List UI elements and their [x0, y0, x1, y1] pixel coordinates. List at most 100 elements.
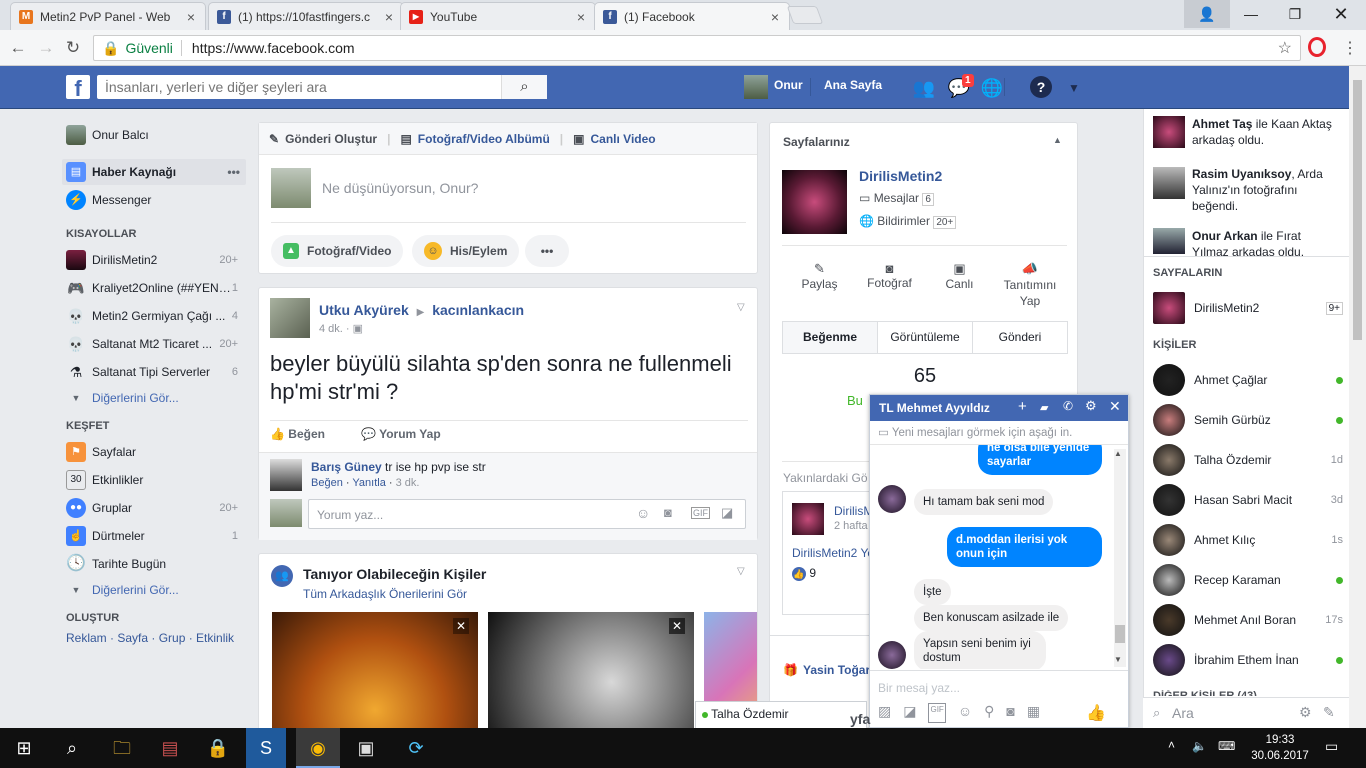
emoji-icon[interactable]: ☺ [636, 505, 650, 521]
close-icon[interactable]: × [383, 9, 395, 25]
chat-search-input[interactable]: Ara [1172, 705, 1194, 721]
avatar[interactable] [270, 459, 302, 491]
minimize-icon[interactable]: — [1228, 0, 1274, 28]
windows-start-icon[interactable]: ⊞ [2, 728, 46, 768]
star-icon[interactable]: ☆ [1278, 38, 1292, 58]
search-input[interactable] [97, 79, 501, 95]
gif-icon[interactable]: GIF [928, 703, 946, 723]
author-link[interactable]: Utku Akyürek [319, 302, 409, 318]
page-messages[interactable]: ▭ Mesajlar 6 [859, 191, 934, 206]
contact-item[interactable]: Semih Gürbüz [1153, 400, 1343, 440]
browser-tab[interactable]: f (1) https://10fastfingers.c × [208, 2, 404, 30]
chat-scrollbar[interactable]: ▲ ▼ [1114, 449, 1126, 667]
calendar-icon[interactable]: ▦ [1027, 703, 1040, 723]
avatar[interactable] [1153, 228, 1185, 254]
teamviewer-icon[interactable]: ⟳ [394, 728, 438, 768]
message-input[interactable]: Bir mesaj yaz... [878, 681, 960, 695]
chat-window-header[interactable]: TL Mehmet Ayyıldız + ▰ ✆ ⚙ ✕ [870, 395, 1128, 421]
notifications-globe-icon[interactable]: 🌐 [980, 76, 1004, 100]
suggestion-photo[interactable] [272, 612, 478, 742]
audience-icon[interactable]: ▣ [353, 323, 363, 335]
browser-tab[interactable]: ▶ YouTube × [400, 2, 596, 30]
add-people-icon[interactable]: + [1018, 398, 1027, 415]
contact-item[interactable]: Ahmet Kılıç 1s [1153, 520, 1343, 560]
tab-photo-album[interactable]: Fotoğraf/Video Albümü [418, 132, 550, 146]
promote-button[interactable]: 📣 Tanıtımını Yap [995, 261, 1065, 309]
live-button[interactable]: ▣ Canlı [932, 261, 987, 291]
avatar[interactable] [1153, 116, 1185, 148]
comment-input[interactable]: Yorum yaz... ☺ ◙ GIF ◪ [308, 499, 746, 529]
browser-tab-active[interactable]: f (1) Facebook × [594, 2, 790, 30]
tab-likes[interactable]: Beğenme [783, 322, 878, 353]
tab-create-post[interactable]: Gönderi Oluştur [285, 132, 377, 146]
sidebar-item-news-feed[interactable]: ▤ Haber Kaynağı ••• [62, 159, 246, 185]
sidebar-item-shortcut[interactable]: 💀 Metin2 Germiyan Çağı ... 4 [62, 303, 246, 329]
contact-item[interactable]: Hasan Sabri Macit 3d [1153, 480, 1343, 520]
share-button[interactable]: ✎ Paylaş [792, 261, 847, 291]
search-icon[interactable]: ⌕ [501, 75, 547, 99]
close-icon[interactable]: ✕ [453, 618, 469, 634]
chat-title[interactable]: TL Mehmet Ayyıldız [879, 401, 990, 415]
sidebar-item-events[interactable]: 30 Etkinlikler [62, 467, 246, 493]
close-icon[interactable]: × [185, 9, 197, 25]
create-links[interactable]: Reklam · Sayfa · Grup · Etkinlik [66, 631, 234, 645]
tab-posts[interactable]: Gönderi [973, 322, 1067, 353]
help-icon[interactable]: ? [1030, 76, 1052, 98]
emoji-icon[interactable]: ☺ [958, 703, 972, 723]
chevron-up-icon[interactable]: ˄ [1168, 738, 1175, 752]
comment-button[interactable]: 💬 Yorum Yap [361, 427, 441, 441]
recent-post-card[interactable]: DirilisM 2 hafta DirilisMetin2 Ye 👍 9 [782, 491, 882, 615]
sidebar-item-shortcut[interactable]: ⚗ Saltanat Tipi Serverler 6 [62, 359, 246, 385]
keyboard-icon[interactable]: ⌨ [1218, 739, 1235, 753]
window-close-icon[interactable]: ✕ [1318, 0, 1364, 28]
page-notifications[interactable]: 🌐 Bildirimler 20+ [859, 214, 957, 229]
see-more-shortcuts[interactable]: ▼ Diğerlerini Gör... [62, 385, 246, 411]
profile-icon[interactable]: 👤 [1184, 0, 1230, 28]
chrome-icon[interactable]: ◉ [296, 728, 340, 768]
forward-icon[interactable]: → [36, 38, 56, 58]
back-icon[interactable]: ← [8, 38, 28, 58]
file-explorer-icon[interactable]: 🗀 [100, 728, 144, 768]
security-app-icon[interactable]: 🔒 [196, 728, 240, 768]
camera-icon[interactable]: ◙ [664, 505, 672, 520]
tab-views[interactable]: Görüntüleme [878, 322, 973, 353]
contact-item[interactable]: Talha Özdemir 1d [1153, 440, 1343, 480]
contact-item[interactable]: Recep Karaman [1153, 560, 1343, 600]
suggestion-photo[interactable] [488, 612, 694, 742]
close-icon[interactable]: × [769, 9, 781, 25]
comment-like-link[interactable]: Beğen [311, 477, 343, 489]
video-call-icon[interactable]: ▰ [1040, 401, 1048, 414]
contact-item[interactable]: İbrahim Ethem İnan [1153, 640, 1343, 680]
sidebar-item-shortcut[interactable]: DirilisMetin2 20+ [62, 247, 246, 273]
tab-live-video[interactable]: Canlı Video [590, 132, 655, 146]
menu-icon[interactable]: ⋮ [1342, 38, 1358, 58]
avatar[interactable] [744, 75, 768, 99]
new-messages-notice[interactable]: ▭ Yeni mesajları görmek için aşağı in. [870, 421, 1128, 445]
thumbs-up-icon[interactable]: 👍 [1086, 703, 1106, 723]
compose-icon[interactable]: ✎ [1323, 704, 1335, 721]
page-name-link[interactable]: DirilisMetin2 [859, 168, 942, 184]
restore-icon[interactable]: ❐ [1272, 0, 1318, 28]
chat-page-item[interactable]: DirilisMetin2 9+ [1153, 288, 1343, 328]
profile-link[interactable]: Onur [774, 78, 803, 92]
friend-requests-icon[interactable]: 👥 [912, 76, 936, 100]
contact-item[interactable]: Ahmet Çağlar [1153, 360, 1343, 400]
contact-item[interactable]: Mehmet Anıl Boran 17s [1153, 600, 1343, 640]
gif-icon[interactable]: GIF [691, 507, 710, 519]
avatar[interactable] [270, 298, 310, 338]
browser-tab[interactable]: M Metin2 PvP Panel - Web × [10, 2, 206, 30]
reload-icon[interactable]: ↻ [63, 38, 83, 58]
volume-icon[interactable]: 🔈 [1192, 739, 1207, 753]
see-all-suggestions-link[interactable]: Tüm Arkadaşlık Önerilerini Gör [303, 587, 467, 601]
sidebar-item-messenger[interactable]: ⚡ Messenger [62, 187, 246, 213]
gear-icon[interactable]: ⚙ [1085, 398, 1097, 414]
phone-icon[interactable]: ✆ [1063, 399, 1073, 413]
more-options-icon[interactable]: ••• [227, 165, 240, 179]
photo-icon[interactable]: ▨ [878, 703, 891, 723]
see-more-explore[interactable]: ▼ Diğerlerini Gör... [62, 577, 246, 603]
attachment-icon[interactable]: ⚲ [984, 703, 994, 723]
notifications-icon[interactable]: ▭ [1325, 738, 1338, 755]
gear-icon[interactable]: ⚙ [1299, 704, 1312, 721]
sidebar-item-pokes[interactable]: ☝ Dürtmeler 1 [62, 523, 246, 549]
ticker-item[interactable]: Ahmet Taş ile Kaan Aktaş arkadaş oldu. [1192, 116, 1340, 148]
